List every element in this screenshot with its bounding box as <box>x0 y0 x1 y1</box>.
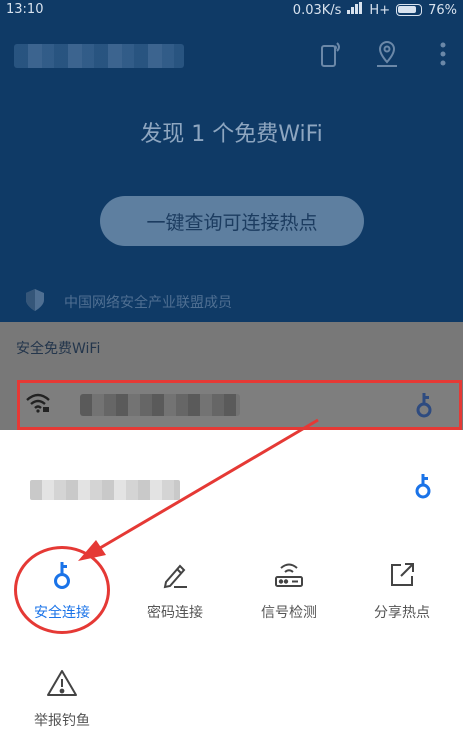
status-time: 13:10 <box>6 2 44 17</box>
status-battery: 76% <box>428 2 457 18</box>
section-title: 安全免费WiFi <box>16 341 101 357</box>
query-hotspot-button[interactable]: 一键查询可连接热点 <box>100 196 364 246</box>
share-hotspot-button[interactable]: 分享热点 <box>352 558 452 638</box>
status-speed: 0.03K/s <box>292 2 342 18</box>
battery-icon <box>396 4 423 16</box>
report-phishing-label: 举报钓鱼 <box>34 713 90 729</box>
highlight-box <box>17 380 462 430</box>
status-network: H+ <box>369 2 391 18</box>
phone-signal-icon[interactable] <box>318 40 344 68</box>
location-icon[interactable] <box>374 40 400 68</box>
app-title-blurred <box>14 44 184 68</box>
status-bar: 13:10 0.03K/s H+ 76% <box>0 0 463 20</box>
router-icon <box>272 558 306 592</box>
highlight-circle <box>14 546 110 634</box>
signal-check-label: 信号检测 <box>261 605 317 621</box>
shield-icon <box>24 288 46 316</box>
member-text: 中国网络安全产业联盟成员 <box>64 295 232 311</box>
share-hotspot-label: 分享热点 <box>374 605 430 621</box>
more-menu-icon[interactable] <box>430 40 456 68</box>
signal-icon <box>347 2 363 18</box>
warning-icon <box>45 666 79 700</box>
password-connect-button[interactable]: 密码连接 <box>125 558 225 638</box>
found-wifi-title: 发现 1 个免费WiFi <box>140 122 323 147</box>
share-icon <box>385 558 419 592</box>
sheet-wifi-name-blurred <box>30 480 180 500</box>
sheet-key-icon <box>414 472 432 504</box>
password-connect-label: 密码连接 <box>147 605 203 621</box>
report-phishing-button[interactable]: 举报钓鱼 <box>12 666 112 746</box>
pencil-icon <box>158 558 192 592</box>
member-row: 中国网络安全产业联盟成员 <box>24 288 232 316</box>
signal-check-button[interactable]: 信号检测 <box>239 558 339 638</box>
